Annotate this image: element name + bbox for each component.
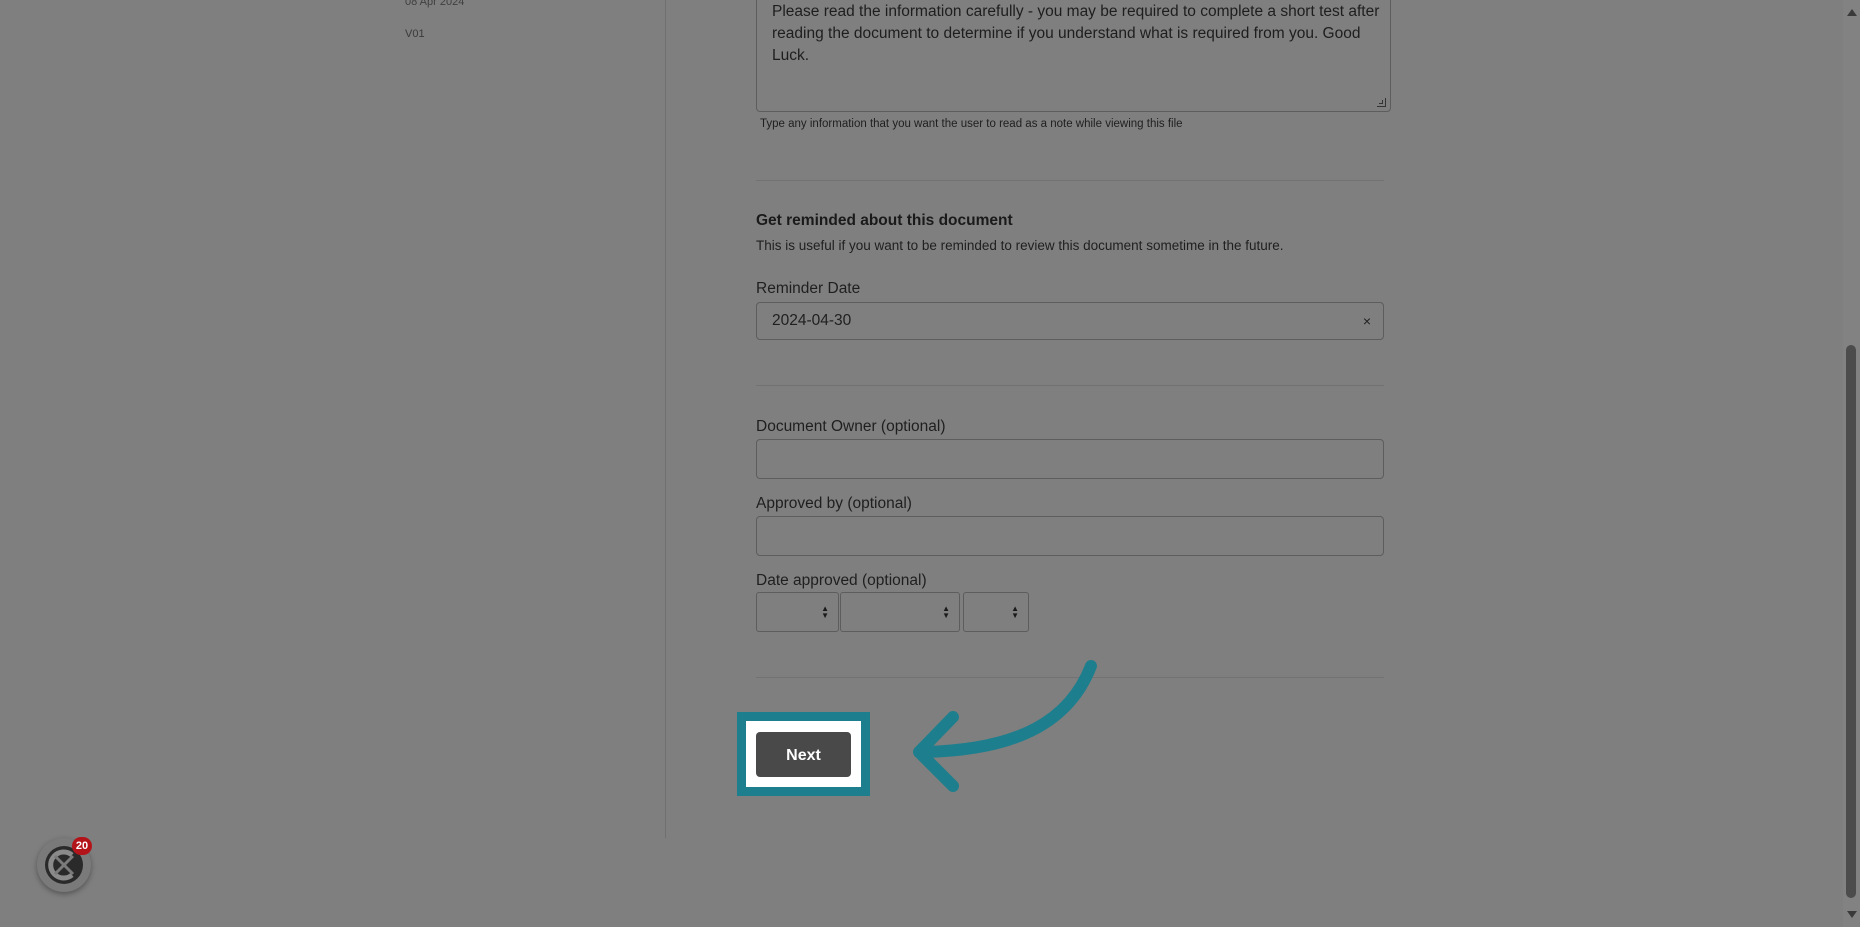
chat-launcher[interactable]: 20 (37, 837, 92, 892)
select-arrows-icon: ▲ ▼ (942, 604, 950, 620)
approved-by-label: Approved by (optional) (756, 495, 912, 512)
resize-grip-icon[interactable] (1377, 98, 1386, 107)
column-divider (665, 0, 666, 838)
reminder-date-value: 2024-04-30 (772, 312, 852, 329)
clear-date-icon[interactable]: × (1363, 303, 1371, 339)
notes-text: Please read the information carefully - … (772, 3, 1380, 64)
scroll-down-icon[interactable] (1847, 911, 1857, 918)
scroll-up-icon[interactable] (1847, 9, 1857, 16)
approved-by-input[interactable] (756, 516, 1384, 556)
pointer-arrow-icon (913, 660, 1097, 792)
scrollbar[interactable] (1843, 0, 1860, 927)
notes-textarea[interactable]: Please read the information carefully - … (756, 0, 1391, 112)
date-approved-month-select[interactable]: ▲ ▼ (840, 592, 960, 632)
date-approved-day-select[interactable]: ▲ ▼ (756, 592, 839, 632)
notes-help-text: Type any information that you want the u… (760, 118, 1183, 130)
document-version: V01 (405, 28, 425, 40)
document-owner-input[interactable] (756, 439, 1384, 479)
next-button-highlight: Next (737, 712, 870, 796)
date-approved-label: Date approved (optional) (756, 572, 927, 589)
reminder-date-input[interactable]: 2024-04-30 × (756, 302, 1384, 340)
next-button[interactable]: Next (756, 732, 851, 777)
reminder-section-title: Get reminded about this document (756, 212, 1013, 229)
notification-badge: 20 (72, 837, 92, 855)
scroll-thumb[interactable] (1846, 345, 1856, 898)
document-date: 08 Apr 2024 (405, 0, 465, 8)
divider (756, 180, 1384, 181)
select-arrows-icon: ▲ ▼ (821, 604, 829, 620)
document-owner-label: Document Owner (optional) (756, 418, 946, 435)
select-arrows-icon: ▲ ▼ (1011, 604, 1019, 620)
reminder-section-description: This is useful if you want to be reminde… (756, 238, 1284, 253)
reminder-date-label: Reminder Date (756, 280, 861, 297)
divider (756, 385, 1384, 386)
date-approved-year-select[interactable]: ▲ ▼ (963, 592, 1029, 632)
